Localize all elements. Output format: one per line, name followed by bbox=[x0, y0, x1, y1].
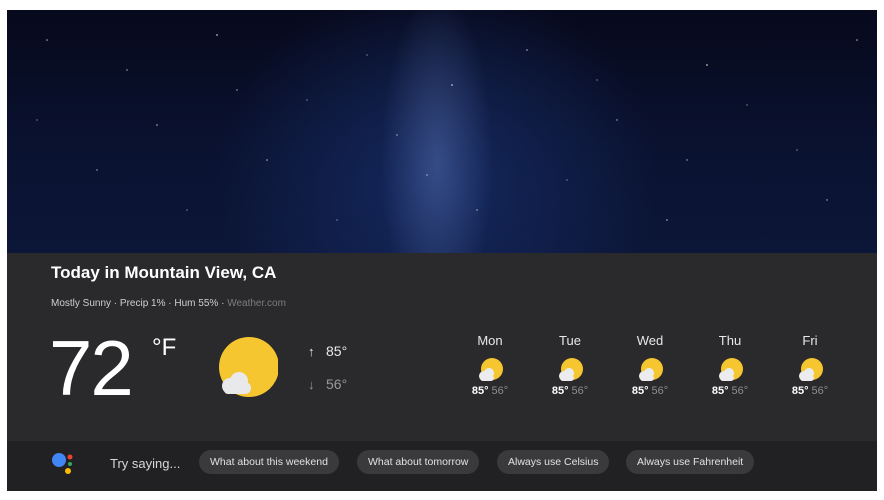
google-assistant-icon[interactable] bbox=[51, 451, 77, 480]
suggestion-chip-fahrenheit[interactable]: Always use Fahrenheit bbox=[626, 450, 755, 474]
forecast-day[interactable]: Fri 85° 56° bbox=[770, 333, 850, 397]
temperature-unit: °F bbox=[152, 334, 177, 361]
condition-text: Mostly Sunny bbox=[51, 298, 112, 309]
high-temperature: ↑ 85° bbox=[308, 343, 348, 359]
arrow-up-icon: ↑ bbox=[308, 344, 315, 359]
suggestion-chip-tomorrow[interactable]: What about tomorrow bbox=[357, 450, 480, 474]
forecast-temps: 85° 56° bbox=[791, 385, 829, 397]
low-temperature: ↓ 56° bbox=[308, 376, 348, 392]
forecast-day-name: Mon bbox=[477, 333, 503, 348]
partly-sunny-icon bbox=[212, 336, 279, 407]
conditions-summary: Mostly Sunny · Precip 1% · Hum 55% · Wea… bbox=[51, 298, 286, 309]
forecast-temps: 85° 56° bbox=[551, 385, 589, 397]
weather-source[interactable]: Weather.com bbox=[227, 298, 286, 309]
forecast-day-name: Wed bbox=[636, 333, 664, 348]
forecast-day[interactable]: Mon 85° 56° bbox=[450, 333, 530, 397]
forecast-day[interactable]: Thu 85° 56° bbox=[690, 333, 770, 397]
suggestion-chip-celsius[interactable]: Always use Celsius bbox=[497, 450, 610, 474]
try-saying-label: Try saying... bbox=[110, 456, 181, 471]
forecast-day-name: Tue bbox=[559, 333, 581, 348]
forecast-temps: 85° 56° bbox=[711, 385, 749, 397]
current-temperature: 72 bbox=[49, 324, 134, 412]
forecast-temps: 85° 56° bbox=[631, 385, 669, 397]
precip-text: Precip 1% bbox=[119, 298, 166, 309]
forecast-day[interactable]: Wed 85° 56° bbox=[610, 333, 690, 397]
partly-sunny-icon bbox=[719, 358, 743, 381]
weather-screen bbox=[7, 10, 877, 491]
humidity-text: Hum 55% bbox=[174, 298, 219, 309]
page-title: Today in Mountain View, CA bbox=[51, 263, 277, 282]
forecast-day[interactable]: Tue 85° 56° bbox=[530, 333, 610, 397]
forecast-day-name: Thu bbox=[718, 333, 742, 348]
partly-sunny-icon bbox=[799, 358, 823, 381]
partly-sunny-icon bbox=[559, 358, 583, 381]
suggestion-chip-weekend[interactable]: What about this weekend bbox=[199, 450, 339, 474]
stars bbox=[36, 34, 858, 221]
partly-sunny-icon bbox=[639, 358, 663, 381]
forecast-temps: 85° 56° bbox=[471, 385, 509, 397]
forecast-day-name: Fri bbox=[802, 333, 818, 348]
arrow-down-icon: ↓ bbox=[308, 377, 315, 392]
night-sky-background bbox=[7, 10, 877, 255]
partly-sunny-icon bbox=[479, 358, 503, 381]
